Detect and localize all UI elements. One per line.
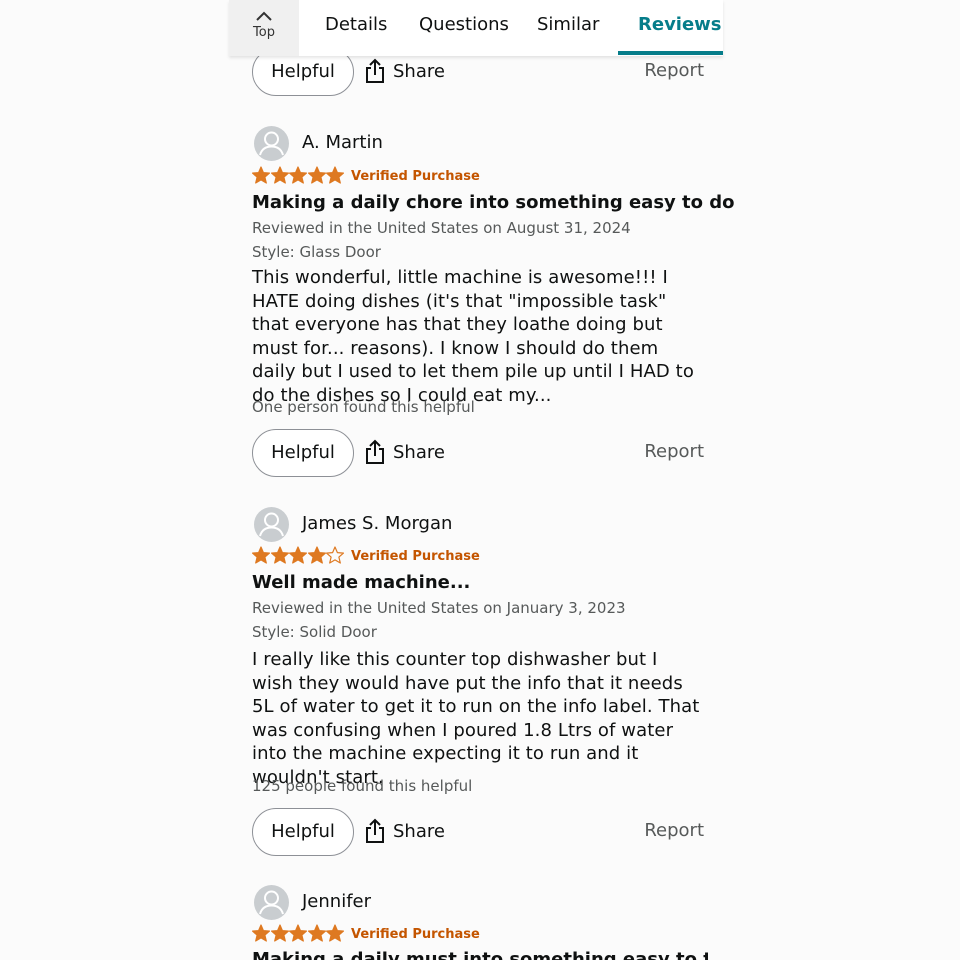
star-filled-icon [289, 166, 307, 184]
star-filled-icon [270, 924, 289, 942]
person-icon [259, 512, 284, 537]
section-tab-bar: Top Details Questions Similar Reviews [229, 0, 723, 56]
star-filled-icon [289, 546, 307, 564]
review-date: Reviewed in the United States on January… [252, 599, 626, 617]
share-label: Share [393, 821, 445, 842]
share-icon [366, 439, 384, 464]
review-card: Jennifer Verified Purchase Making a dail… [252, 885, 708, 960]
review-actions-row: Helpful Share Report [252, 429, 704, 477]
review-actions-row: Helpful Share Report [252, 808, 704, 856]
verified-purchase-badge: Verified Purchase [351, 549, 480, 564]
helpful-button[interactable]: Helpful [252, 808, 354, 856]
share-label: Share [393, 442, 445, 463]
star-filled-icon [252, 924, 270, 942]
review-card: A. Martin Verified Purchase Making a dai… [252, 126, 735, 486]
review-date: Reviewed in the United States on August … [252, 219, 631, 237]
active-tab-indicator [618, 51, 723, 55]
star-filled-icon [307, 924, 326, 942]
share-label: Share [393, 61, 445, 82]
star-rating [252, 924, 345, 944]
star-filled-icon [307, 546, 326, 564]
star-filled-icon [326, 166, 344, 184]
share-icon [366, 818, 384, 843]
star-filled-icon [289, 924, 307, 942]
tab-questions[interactable]: Questions [419, 14, 509, 35]
chevron-up-icon [256, 11, 272, 21]
verified-purchase-badge: Verified Purchase [351, 927, 480, 942]
share-icon [366, 58, 384, 83]
star-empty-icon [326, 546, 344, 564]
avatar [254, 885, 289, 920]
tab-reviews[interactable]: Reviews [638, 14, 722, 35]
review-style[interactable]: Style: Glass Door [252, 243, 381, 261]
star-filled-icon [270, 546, 289, 564]
review-title[interactable]: Well made machine... [252, 572, 470, 593]
report-link[interactable]: Report [644, 60, 704, 81]
reviewer-name: James S. Morgan [302, 513, 453, 534]
star-rating [252, 166, 345, 186]
tab-similar[interactable]: Similar [537, 14, 599, 35]
star-filled-icon [307, 166, 326, 184]
review-title[interactable]: Making a daily must into something easy … [252, 949, 708, 960]
back-to-top-button[interactable]: Top [229, 0, 299, 56]
report-link[interactable]: Report [644, 441, 704, 462]
review-card: James S. Morgan Verified Purchase Well m… [252, 507, 708, 867]
person-icon [259, 890, 284, 915]
helpful-button[interactable]: Helpful [252, 429, 354, 477]
helpful-count: One person found this helpful [252, 398, 475, 416]
review-title[interactable]: Making a daily chore into something easy… [252, 192, 735, 213]
avatar [254, 507, 289, 542]
star-filled-icon [252, 166, 270, 184]
star-filled-icon [326, 924, 344, 942]
avatar [254, 126, 289, 161]
review-style[interactable]: Style: Solid Door [252, 623, 377, 641]
tab-details[interactable]: Details [325, 14, 387, 35]
star-filled-icon [270, 166, 289, 184]
star-rating [252, 546, 345, 566]
helpful-count: 125 people found this helpful [252, 777, 473, 795]
person-icon [259, 131, 284, 156]
reviewer-name: A. Martin [302, 132, 383, 153]
report-link[interactable]: Report [644, 820, 704, 841]
verified-purchase-badge: Verified Purchase [351, 169, 480, 184]
review-body[interactable]: This wonderful, little machine is awesom… [252, 266, 704, 407]
review-body[interactable]: I really like this counter top dishwashe… [252, 648, 704, 789]
reviewer-name: Jennifer [302, 891, 372, 912]
star-filled-icon [252, 546, 270, 564]
back-to-top-label: Top [253, 25, 275, 40]
